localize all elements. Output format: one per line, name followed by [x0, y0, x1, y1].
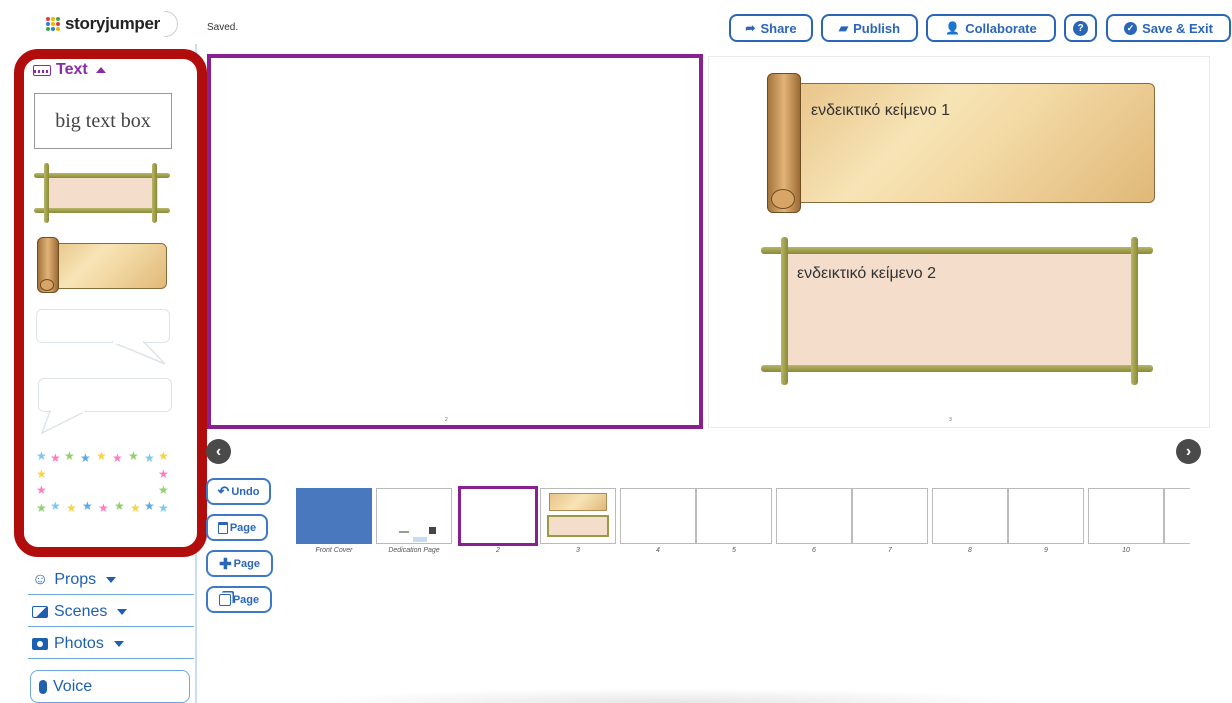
thumbnail-label: 5 [732, 547, 736, 554]
undo-icon: ↶ [217, 483, 230, 499]
caret-down-icon [117, 608, 128, 615]
speech-bubble-tail-2 [40, 410, 87, 435]
thumbnail-page-11[interactable] [1164, 488, 1190, 544]
thumbnail-page-9[interactable] [1008, 488, 1084, 544]
save-exit-label: Save & Exit [1142, 20, 1213, 36]
speech-bubble-option-2[interactable] [38, 378, 172, 412]
big-text-box-label: big text box [55, 109, 151, 132]
storyjumper-logo[interactable]: storyjumper [46, 9, 178, 39]
save-status: Saved. [207, 22, 239, 33]
thumbnail-page-3[interactable] [540, 488, 616, 544]
collaborate-button[interactable]: 👤 Collaborate [926, 14, 1056, 42]
camera-icon [32, 637, 48, 650]
thumbnail-page-10[interactable] [1088, 488, 1164, 544]
smiley-icon: ☺ [32, 570, 49, 588]
undo-label: Undo [231, 485, 260, 498]
thumbnail-label: 8 [968, 547, 972, 554]
delete-page-label: Page [229, 521, 257, 534]
thumbnail-label: 3 [576, 547, 580, 554]
thumbnail-label: 4 [656, 547, 660, 554]
speech-bubble-option-1[interactable] [36, 309, 170, 343]
thumbnail-label: 2 [496, 547, 500, 554]
copy-icon [218, 593, 231, 606]
thumbnail-page-5[interactable] [696, 488, 772, 544]
thumbnail-label: 6 [812, 547, 816, 554]
props-label: Props [54, 570, 97, 588]
page-number: 3 [949, 417, 952, 423]
thumbnail-page-4[interactable] [620, 488, 696, 544]
plus-icon: ✚ [219, 555, 232, 573]
thumbnail-page-8[interactable] [932, 488, 1008, 544]
caret-down-icon [106, 576, 117, 583]
big-text-box-option[interactable]: big text box [34, 93, 172, 149]
add-user-icon: 👤 [945, 21, 961, 35]
chevron-right-icon[interactable]: › [1176, 439, 1201, 464]
sidebar-item-scenes[interactable]: Scenes [28, 597, 194, 627]
save-exit-button[interactable]: ✓ Save & Exit [1106, 14, 1231, 42]
add-page-label: Page [233, 557, 260, 570]
thumbnail-front-cover[interactable] [296, 488, 372, 544]
logo-dots-icon [46, 17, 60, 31]
bottom-shadow [300, 688, 1040, 703]
text-box-2-content[interactable]: ενδεικτικό κείμενο 2 [797, 265, 936, 283]
copy-page-button[interactable]: Page [206, 586, 272, 613]
voice-label: Voice [53, 677, 93, 695]
logo-text: storyjumper [65, 14, 160, 33]
thumbnail-dedication-page[interactable] [376, 488, 452, 544]
thumbnail-label: 9 [1044, 547, 1048, 554]
thumbnail-page-6[interactable] [776, 488, 852, 544]
page-number: 2 [445, 417, 448, 423]
book-icon: ▰ [838, 21, 849, 35]
add-page-button[interactable]: ✚ Page [206, 550, 273, 577]
page-2-canvas[interactable]: 2 [207, 54, 703, 429]
caret-down-icon [113, 640, 124, 647]
bamboo-frame-option[interactable] [34, 163, 170, 223]
publish-label: Publish [853, 20, 901, 36]
thumbnail-page-2[interactable] [458, 486, 538, 546]
scenes-label: Scenes [54, 602, 108, 620]
thumbnail-label: 10 [1122, 547, 1130, 554]
sidebar-item-photos[interactable]: Photos [28, 629, 194, 659]
page-thumbnail-strip: Front Cover Dedication Page 2 3 4 5 6 7 … [294, 486, 1190, 558]
storyjumper-editor: storyjumper Saved. ➦ Share ▰ Publish 👤 C… [0, 0, 1232, 703]
photos-label: Photos [54, 634, 104, 652]
text-panel-toggle[interactable]: Text [33, 61, 106, 79]
undo-button[interactable]: ↶ Undo [206, 478, 271, 505]
trash-icon [217, 521, 228, 534]
check-circle-icon: ✓ [1124, 21, 1138, 35]
collaborate-label: Collaborate [965, 20, 1037, 36]
question-icon: ? [1073, 20, 1088, 36]
share-label: Share [760, 20, 797, 36]
thumbnail-label: 7 [888, 547, 892, 554]
text-panel-title: Text [56, 61, 88, 78]
bamboo-text-box-2[interactable]: ενδεικτικό κείμενο 2 [761, 237, 1153, 385]
image-icon [32, 605, 48, 618]
scroll-frame-option[interactable] [37, 237, 169, 293]
thumbnail-page-7[interactable] [852, 488, 928, 544]
keyboard-icon [33, 64, 51, 76]
publish-button[interactable]: ▰ Publish [821, 14, 918, 42]
sidebar-item-props[interactable]: ☺ Props [28, 565, 194, 595]
share-arrow-icon: ➦ [745, 21, 756, 35]
share-button[interactable]: ➦ Share [729, 14, 813, 42]
thumbnail-label: Front Cover [315, 547, 353, 554]
help-button[interactable]: ? [1064, 14, 1097, 42]
microphone-icon [39, 679, 47, 694]
copy-page-label: Page [232, 593, 260, 606]
caret-up-icon [95, 67, 106, 73]
thumbnail-label: Dedication Page [388, 547, 440, 554]
page-3-canvas[interactable]: ενδεικτικό κείμενο 1 ενδεικτικό κείμενο … [708, 56, 1210, 428]
voice-button[interactable]: Voice [30, 670, 190, 703]
speech-bubble-tail-1 [111, 341, 166, 365]
delete-page-button[interactable]: Page [206, 514, 268, 541]
scroll-text-box-1[interactable]: ενδεικτικό κείμενο 1 [767, 73, 1157, 213]
text-box-1-content[interactable]: ενδεικτικό κείμενο 1 [811, 102, 950, 120]
logo-badge-edge [163, 11, 178, 37]
star-frame-option[interactable]: ★ ★ ★ ★ ★ ★ ★ ★ ★ ★ ★ ★ ★ ★ ★ ★ ★ ★ ★ ★ … [36, 450, 170, 516]
chevron-left-icon[interactable]: ‹ [206, 439, 231, 464]
